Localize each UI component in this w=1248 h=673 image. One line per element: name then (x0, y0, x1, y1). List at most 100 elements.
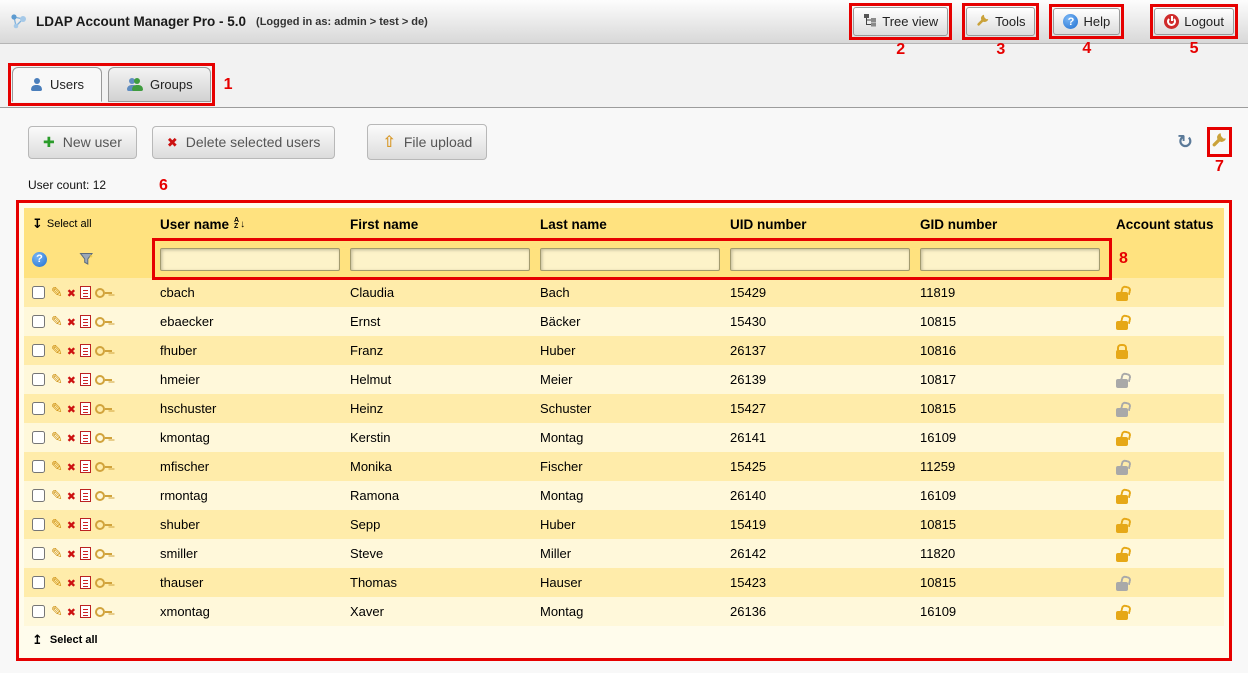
password-icon[interactable] (95, 607, 112, 616)
row-checkbox[interactable] (32, 547, 45, 560)
first-name-cell: Ernst (346, 314, 536, 329)
select-all-bottom[interactable]: Select all (24, 626, 1224, 653)
edit-icon[interactable] (51, 516, 63, 533)
edit-icon[interactable] (51, 458, 63, 475)
delete-row-icon[interactable] (67, 314, 76, 329)
wrench-settings-icon[interactable] (1211, 131, 1228, 148)
row-checkbox[interactable] (32, 315, 45, 328)
logout-button[interactable]: Logout (1154, 8, 1234, 35)
tab-groups[interactable]: Groups (108, 67, 211, 102)
delete-row-icon[interactable] (67, 575, 76, 590)
delete-row-icon[interactable] (67, 430, 76, 445)
user-name-cell[interactable]: smiller (156, 546, 346, 561)
filter-user-name-input[interactable] (160, 248, 340, 271)
password-icon[interactable] (95, 520, 112, 529)
user-name-cell[interactable]: shuber (156, 517, 346, 532)
user-name-cell[interactable]: kmontag (156, 430, 346, 445)
row-checkbox[interactable] (32, 518, 45, 531)
user-name-cell[interactable]: ebaecker (156, 314, 346, 329)
user-name-cell[interactable]: xmontag (156, 604, 346, 619)
filter-uid-number-input[interactable] (730, 248, 910, 271)
password-icon[interactable] (95, 404, 112, 413)
row-checkbox[interactable] (32, 489, 45, 502)
column-header-user-name[interactable]: User name (156, 217, 346, 232)
pdf-icon[interactable] (80, 489, 91, 502)
user-name-cell[interactable]: hmeier (156, 372, 346, 387)
password-icon[interactable] (95, 317, 112, 326)
column-header-uid-number[interactable]: UID number (726, 217, 916, 232)
user-name-cell[interactable]: fhuber (156, 343, 346, 358)
edit-icon[interactable] (51, 545, 63, 562)
file-upload-button[interactable]: File upload (367, 124, 487, 160)
row-checkbox[interactable] (32, 373, 45, 386)
password-icon[interactable] (95, 288, 112, 297)
password-icon[interactable] (95, 462, 112, 471)
delete-row-icon[interactable] (67, 343, 76, 358)
row-checkbox[interactable] (32, 576, 45, 589)
pdf-icon[interactable] (80, 344, 91, 357)
column-header-first-name[interactable]: First name (346, 217, 536, 232)
password-icon[interactable] (95, 346, 112, 355)
row-checkbox[interactable] (32, 460, 45, 473)
sort-icon[interactable] (234, 218, 245, 230)
column-header-last-name[interactable]: Last name (536, 217, 726, 232)
delete-row-icon[interactable] (67, 546, 76, 561)
help-badge-icon[interactable] (32, 252, 47, 267)
edit-icon[interactable] (51, 284, 63, 301)
row-checkbox[interactable] (32, 286, 45, 299)
pdf-icon[interactable] (80, 286, 91, 299)
row-checkbox[interactable] (32, 431, 45, 444)
user-name-cell[interactable]: thauser (156, 575, 346, 590)
delete-selected-users-button[interactable]: Delete selected users (152, 126, 336, 159)
user-name-cell[interactable]: cbach (156, 285, 346, 300)
filter-first-name-input[interactable] (350, 248, 530, 271)
edit-icon[interactable] (51, 400, 63, 417)
refresh-icon[interactable] (1177, 131, 1193, 154)
tab-users[interactable]: Users (12, 67, 102, 102)
select-all-top[interactable]: Select all (24, 216, 156, 232)
password-icon[interactable] (95, 549, 112, 558)
edit-icon[interactable] (51, 487, 63, 504)
edit-icon[interactable] (51, 429, 63, 446)
pdf-icon[interactable] (80, 402, 91, 415)
filter-gid-number-input[interactable] (920, 248, 1100, 271)
delete-row-icon[interactable] (67, 488, 76, 503)
password-icon[interactable] (95, 491, 112, 500)
delete-row-icon[interactable] (67, 604, 76, 619)
delete-row-icon[interactable] (67, 401, 76, 416)
filter-last-name-input[interactable] (540, 248, 720, 271)
tree-view-icon (863, 13, 877, 30)
help-button[interactable]: Help (1053, 8, 1120, 35)
delete-row-icon[interactable] (67, 285, 76, 300)
edit-icon[interactable] (51, 342, 63, 359)
column-header-gid-number[interactable]: GID number (916, 217, 1106, 232)
password-icon[interactable] (95, 375, 112, 384)
pdf-icon[interactable] (80, 315, 91, 328)
row-checkbox[interactable] (32, 344, 45, 357)
edit-icon[interactable] (51, 371, 63, 388)
tools-button[interactable]: Tools (966, 7, 1035, 36)
row-checkbox[interactable] (32, 605, 45, 618)
pdf-icon[interactable] (80, 518, 91, 531)
tree-view-button[interactable]: Tree view (853, 7, 948, 36)
user-name-cell[interactable]: rmontag (156, 488, 346, 503)
pdf-icon[interactable] (80, 605, 91, 618)
pdf-icon[interactable] (80, 576, 91, 589)
edit-icon[interactable] (51, 313, 63, 330)
pdf-icon[interactable] (80, 431, 91, 444)
edit-icon[interactable] (51, 603, 63, 620)
pdf-icon[interactable] (80, 373, 91, 386)
pdf-icon[interactable] (80, 547, 91, 560)
password-icon[interactable] (95, 433, 112, 442)
new-user-button[interactable]: New user (28, 126, 137, 159)
pdf-icon[interactable] (80, 460, 91, 473)
user-name-cell[interactable]: hschuster (156, 401, 346, 416)
delete-row-icon[interactable] (67, 372, 76, 387)
filter-icon[interactable] (79, 252, 94, 266)
user-name-cell[interactable]: mfischer (156, 459, 346, 474)
row-checkbox[interactable] (32, 402, 45, 415)
edit-icon[interactable] (51, 574, 63, 591)
delete-row-icon[interactable] (67, 517, 76, 532)
delete-row-icon[interactable] (67, 459, 76, 474)
password-icon[interactable] (95, 578, 112, 587)
